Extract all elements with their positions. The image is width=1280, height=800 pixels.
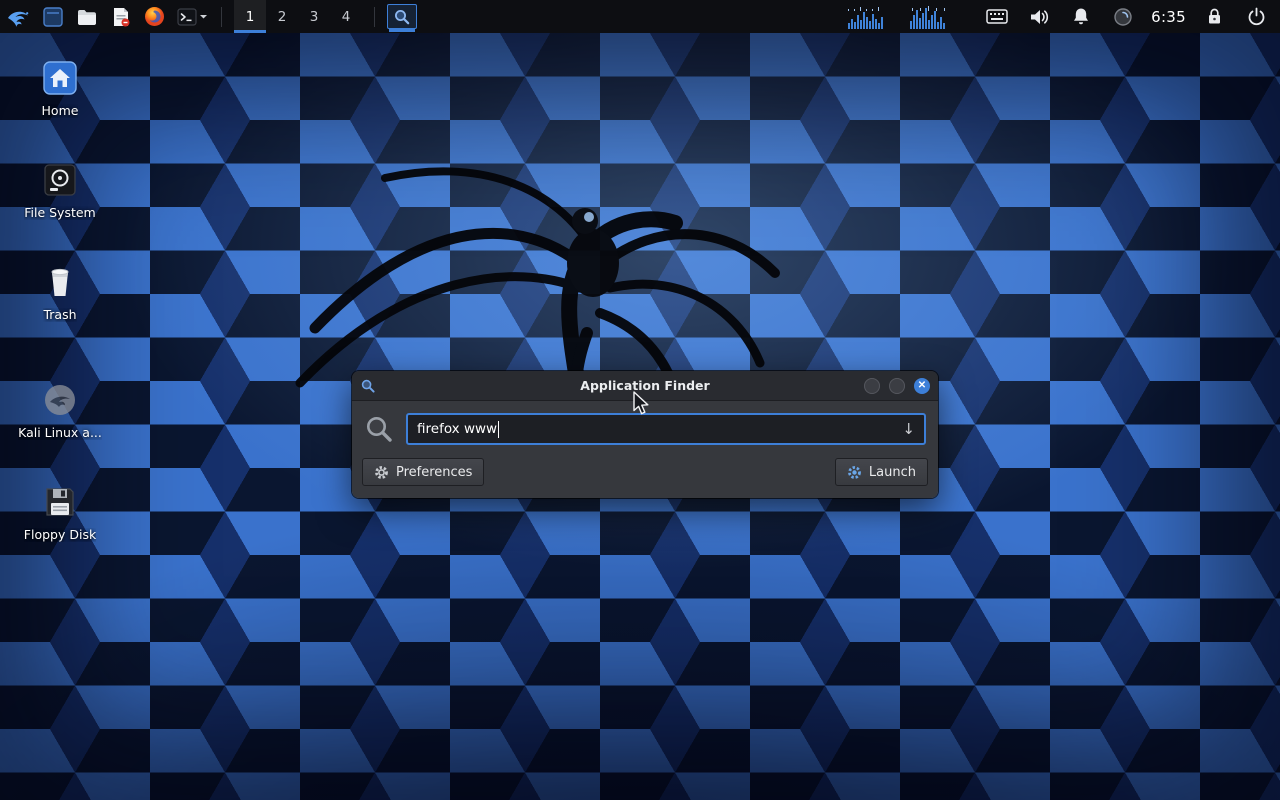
launcher-text-editor[interactable] — [107, 3, 134, 30]
dialog-buttons: Preferences Launch — [362, 458, 928, 486]
kali-menu-icon — [6, 4, 32, 30]
gear-icon — [374, 465, 389, 480]
maximize-button[interactable] — [889, 378, 905, 394]
chevron-down-icon — [199, 12, 208, 21]
desktop-icon-kali-docs[interactable]: Kali Linux a... — [8, 381, 112, 440]
desktop-icon-label: File System — [24, 206, 96, 220]
search-row: firefox www ↓ — [362, 413, 928, 458]
screen-lock-button[interactable] — [1201, 3, 1228, 30]
dropdown-arrow-icon[interactable]: ↓ — [902, 420, 915, 438]
desktop-icon-file-system[interactable]: File System — [8, 161, 112, 220]
applications-menu-button[interactable] — [5, 3, 32, 30]
window-controls: ✕ — [864, 378, 930, 394]
firefox-icon — [143, 5, 166, 28]
workspace-1[interactable]: 1 — [234, 0, 266, 33]
file-manager-icon — [76, 6, 98, 28]
volume-icon — [1029, 8, 1049, 26]
trash-icon — [41, 263, 79, 301]
keyboard-indicator[interactable] — [983, 3, 1010, 30]
search-input[interactable]: firefox www ↓ — [406, 413, 926, 445]
top-panel: 1 2 3 4 — [0, 0, 1280, 33]
dialog-body: firefox www ↓ Preferences — [352, 401, 938, 498]
desktop-icon-label: Home — [42, 104, 79, 118]
home-icon — [41, 59, 79, 97]
panel-left-group: 1 2 3 4 — [0, 0, 417, 33]
desktop-icon-trash[interactable]: Trash — [8, 263, 112, 322]
launch-label: Launch — [869, 465, 916, 480]
terminal-icon — [176, 6, 198, 28]
preferences-label: Preferences — [396, 465, 472, 480]
close-icon: ✕ — [918, 381, 926, 391]
close-button[interactable]: ✕ — [914, 378, 930, 394]
taskbar-appfinder-button[interactable] — [387, 4, 417, 29]
text-caret — [498, 421, 499, 438]
system-monitor-graph[interactable] — [848, 5, 968, 29]
window-icon — [42, 6, 64, 28]
launcher-firefox[interactable] — [141, 3, 168, 30]
text-editor-icon — [110, 6, 132, 28]
titlebar[interactable]: Application Finder ✕ — [352, 371, 938, 401]
launcher-terminal[interactable] — [175, 3, 209, 30]
preferences-button[interactable]: Preferences — [362, 458, 484, 486]
notifications-bell-icon — [1072, 7, 1090, 26]
keyboard-icon — [986, 9, 1008, 24]
launcher-window-icon[interactable] — [39, 3, 66, 30]
window-title: Application Finder — [352, 378, 938, 393]
panel-separator — [374, 7, 375, 27]
search-icon — [364, 414, 394, 444]
notifications[interactable] — [1067, 3, 1094, 30]
desktop-icon-label: Kali Linux a... — [18, 426, 102, 440]
volume-control[interactable] — [1025, 3, 1052, 30]
launch-icon — [847, 465, 862, 480]
minimize-button[interactable] — [864, 378, 880, 394]
workspace-3[interactable]: 3 — [298, 0, 330, 33]
launcher-file-manager[interactable] — [73, 3, 100, 30]
panel-right-group: 6:35 — [848, 0, 1280, 33]
launch-button[interactable]: Launch — [835, 458, 928, 486]
panel-separator — [221, 7, 222, 27]
tray-status-button[interactable] — [1109, 3, 1136, 30]
desktop-icon-label: Floppy Disk — [24, 528, 96, 542]
application-finder-window: Application Finder ✕ firefox www — [352, 371, 938, 498]
application-finder-icon — [393, 8, 411, 26]
session-power-button[interactable] — [1243, 3, 1270, 30]
desktop-icon-floppy-disk[interactable]: Floppy Disk — [8, 483, 112, 542]
kali-link-icon — [41, 381, 79, 419]
workspace-2[interactable]: 2 — [266, 0, 298, 33]
lock-icon — [1206, 7, 1223, 26]
clock[interactable]: 6:35 — [1151, 8, 1186, 26]
file-system-icon — [41, 161, 79, 199]
screen: 1 2 3 4 — [0, 0, 1280, 800]
status-circle-icon — [1113, 7, 1133, 27]
appfinder-window-icon — [360, 378, 376, 394]
workspace-4[interactable]: 4 — [330, 0, 362, 33]
floppy-disk-icon — [41, 483, 79, 521]
search-input-value: firefox www — [417, 421, 497, 437]
workspace-switcher: 1 2 3 4 — [234, 0, 362, 33]
desktop-icon-home[interactable]: Home — [8, 59, 112, 118]
desktop-icon-label: Trash — [43, 308, 76, 322]
desktop[interactable]: Home File System — [0, 33, 1280, 800]
power-icon — [1247, 7, 1266, 26]
